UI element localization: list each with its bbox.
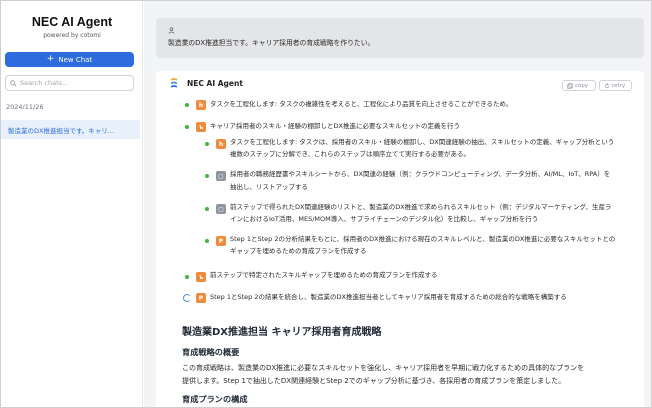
retry-label: retry [612, 82, 626, 89]
step-tag-icon: h [196, 100, 206, 110]
sidebar: NEC AI Agent powered by cotomi + New Cha… [1, 1, 143, 407]
step-tag-icon: ъ [196, 122, 206, 132]
step-status-dot [185, 103, 189, 107]
substep-tag-icon: ▢ [216, 204, 226, 214]
report-title: 製造業DX推進担当 キャリア採用者育成戦略 [182, 327, 382, 338]
substep-tag-icon: h [216, 139, 226, 149]
powered-by: powered by cotomi [43, 32, 101, 39]
substep-text-line2: インにおけるIoT活用、MES/MOM導入、サプライチェーンのデジタル化）を比較… [230, 215, 539, 223]
step-text: 前ステップで特定されたスキルギャップを埋めるための育成プランを作成する [210, 271, 438, 279]
substep-text-line1: Step 1とStep 2の分析結果をもとに、採用者のDX推進における現在のスキ… [230, 235, 616, 243]
substep-status-dot [205, 239, 209, 243]
substep-status-dot [205, 207, 209, 211]
chat-area: 製造業のDX推進担当です。キャリア採用者の育成戦略を作りたい。 NEC AI A… [144, 1, 651, 407]
step-tag-icon: ъ [196, 272, 206, 282]
step-status-dot [185, 275, 189, 279]
substep-text-line1: 採用者の職務経歴書やスキルシートから、DX関連の経験（例：クラウドコンピューティ… [230, 170, 611, 178]
report-paragraph-line2: 提供します。Step 1で抽出したDX関連経験とStep 2でのギャップ分析に基… [182, 377, 566, 385]
copy-label: copy [575, 82, 589, 89]
substep-text-line2: ギャップを埋めるための育成プランを作成する [230, 247, 367, 255]
agent-name: NEC AI Agent [187, 79, 243, 88]
retry-icon [604, 82, 610, 88]
report-paragraph-line1: この育成戦略は、製造業のDX推進に必要なスキルセットを強化し、キャリア採用者を早… [182, 364, 585, 372]
user-icon [168, 27, 175, 34]
agent-logo-icon [170, 78, 178, 88]
step-text: Step 1とStep 2の結果を統合し、製造業のDX推進担当者としてキャリア採… [210, 293, 567, 301]
copy-button[interactable]: copy [562, 80, 596, 91]
date-group-label: 2024/11/26 [6, 103, 44, 111]
step-status-dot [185, 125, 189, 129]
user-message: 製造業のDX推進担当です。キャリア採用者の育成戦略を作りたい。 [156, 18, 644, 58]
user-message-text: 製造業のDX推進担当です。キャリア採用者の育成戦略を作りたい。 [168, 39, 375, 47]
report-section-heading: 育成戦略の概要 [182, 347, 240, 357]
substep-text-line1: タスクを工程化します: タスクは、採用者のスキル・経験の棚卸し、DX関連経験の抽… [230, 138, 615, 146]
step-tag-icon: P [196, 293, 206, 303]
step-loading-spinner [183, 294, 191, 302]
app-window: NEC AI Agent powered by cotomi + New Cha… [0, 0, 652, 408]
search-box [5, 75, 134, 91]
report-paragraph: この育成戦略は、製造業のDX推進に必要なスキルセットを強化し、キャリア採用者を早… [182, 362, 584, 388]
substep-text-line2: 抽出し、リストアップする [230, 183, 308, 191]
step-text: タスクを工程化します: タスクの複雑性を考えると、工程化により品質を向上させるこ… [210, 100, 513, 108]
plus-icon: + [46, 54, 55, 64]
substep-tag-icon: P [216, 236, 226, 246]
substep-tag-icon: ▢ [216, 171, 226, 181]
step-text: キャリア採用者のスキル・経験の棚卸しとDX推進に必要なスキルセットの定義を行う [210, 122, 460, 130]
app-title: NEC AI Agent [31, 15, 113, 29]
new-chat-label: New Chat [58, 55, 93, 64]
substep-text-line2: 複数のステップに分解でき、これらのステップは順序立てて実行する必要がある。 [230, 150, 471, 158]
copy-icon [567, 82, 573, 89]
new-chat-button[interactable]: + New Chat [5, 52, 134, 67]
substep-status-dot [205, 174, 209, 178]
search-input[interactable] [20, 79, 130, 87]
search-icon [10, 79, 17, 87]
substep-status-dot [205, 142, 209, 146]
history-item[interactable]: 製造業のDX推進担当です。キャリ... [1, 120, 140, 139]
report-section-heading: 育成プランの構成 [182, 394, 248, 404]
retry-button[interactable]: retry [599, 80, 632, 91]
agent-response: NEC AI Agent copy retry h タスクを工程化します: タス… [156, 71, 644, 407]
substep-text-line1: 前ステップで得られたDX関連経験のリストと、製造業のDX推進で求められるスキルセ… [230, 203, 612, 211]
